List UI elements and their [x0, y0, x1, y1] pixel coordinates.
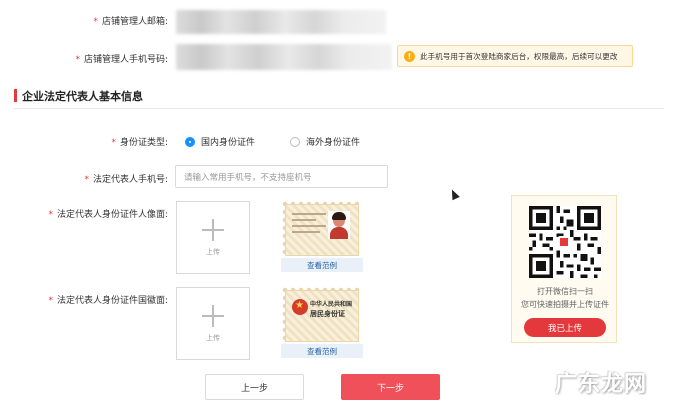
- radio-domestic-id[interactable]: 国内身份证件: [185, 135, 255, 148]
- id-front-label: * 法定代表人身份证件人像面:: [48, 210, 168, 220]
- legal-phone-label: * 法定代表人手机号:: [84, 175, 168, 185]
- section-divider: [14, 108, 664, 109]
- uploaded-confirm-button[interactable]: 我已上传: [524, 318, 606, 337]
- id-front-upload[interactable]: 上传: [176, 201, 250, 274]
- next-step-button[interactable]: 下一步: [341, 374, 440, 400]
- plus-icon: [202, 304, 224, 327]
- id-front-sample[interactable]: 查看范例: [281, 200, 363, 272]
- view-sample-link[interactable]: 查看范例: [281, 344, 363, 358]
- email-label: * 店铺管理人邮箱:: [93, 17, 168, 27]
- view-sample-link[interactable]: 查看范例: [281, 258, 363, 272]
- qr-upload-panel: 打开微信扫一扫 您可快速拍摄并上传证件 我已上传: [511, 195, 617, 343]
- id-card-front-image: [285, 204, 359, 256]
- id-back-label: * 法定代表人身份证件国徽面:: [48, 296, 168, 306]
- id-back-upload[interactable]: 上传: [176, 287, 250, 360]
- id-card-back-image: 中华人民共和国 居民身份证: [285, 290, 359, 342]
- app-logo-icon: [558, 236, 570, 248]
- id-type-label: * 身份证类型:: [111, 138, 168, 148]
- legal-phone-input[interactable]: 请输入常用手机号，不支持座机号: [175, 165, 388, 188]
- prev-step-button[interactable]: 上一步: [205, 374, 304, 400]
- id-back-sample[interactable]: 中华人民共和国 居民身份证 查看范例: [281, 286, 363, 358]
- watermark: 广东龙网: [555, 371, 648, 397]
- section-accent-bar: [14, 89, 17, 102]
- phone-tip: ! 此手机号用于首次登陆商家后台，权限最高，后续可以更改: [397, 45, 633, 67]
- national-emblem-icon: [292, 299, 308, 315]
- mouse-cursor-icon: [448, 187, 460, 201]
- radio-overseas-id[interactable]: 海外身份证件: [290, 135, 360, 148]
- radio-dot[interactable]: [290, 136, 300, 147]
- warning-icon: !: [404, 50, 415, 62]
- email-value-redacted: [176, 10, 386, 34]
- portrait-image: [328, 211, 350, 239]
- phone-value-redacted: [176, 44, 392, 70]
- phone-label: * 店铺管理人手机号码:: [75, 55, 168, 65]
- section-title: 企业法定代表人基本信息: [22, 90, 143, 103]
- plus-icon: [202, 218, 224, 241]
- radio-dot-selected[interactable]: [185, 136, 195, 147]
